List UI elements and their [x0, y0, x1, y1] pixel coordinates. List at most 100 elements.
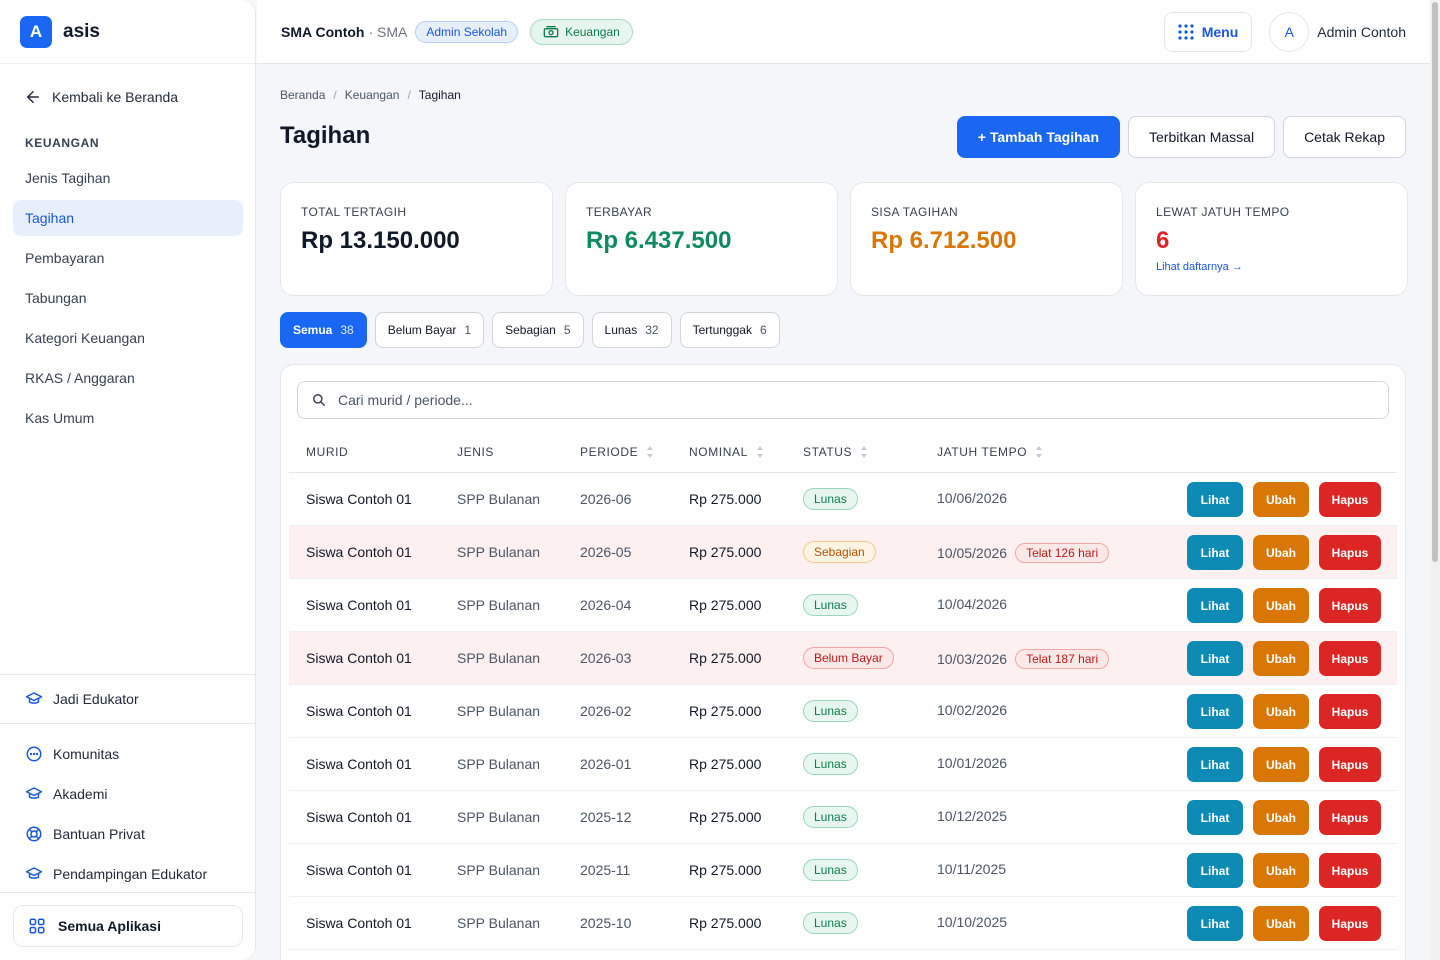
delete-button[interactable]: Hapus [1319, 747, 1381, 782]
delete-button[interactable]: Hapus [1319, 800, 1381, 835]
breadcrumb-item-beranda[interactable]: Beranda [280, 88, 325, 102]
become-educator-link[interactable]: Jadi Edukator [0, 675, 256, 723]
delete-button[interactable]: Hapus [1319, 853, 1381, 888]
sidebar-item-pembayaran[interactable]: Pembayaran [13, 240, 243, 276]
delete-button[interactable]: Hapus [1319, 906, 1381, 941]
view-button[interactable]: Lihat [1187, 747, 1243, 782]
cell-status: Lunas [803, 700, 858, 722]
column-header-jenis: JENIS [457, 445, 495, 459]
edit-button[interactable]: Ubah [1253, 800, 1309, 835]
delete-button[interactable]: Hapus [1319, 588, 1381, 623]
page-scrollbar[interactable] [1430, 0, 1440, 960]
all-apps-button[interactable]: Semua Aplikasi [13, 905, 243, 947]
edit-button[interactable]: Ubah [1253, 535, 1309, 570]
row-actions: Lihat Ubah Hapus [1187, 535, 1381, 570]
cell-jenis: SPP Bulanan [457, 862, 541, 878]
sidebar-item-tagihan[interactable]: Tagihan [13, 200, 243, 236]
filter-chip-tertunggak[interactable]: Tertunggak 6 [679, 312, 780, 348]
edit-button[interactable]: Ubah [1253, 747, 1309, 782]
sidebar-link-akademi[interactable]: Akademi [0, 774, 256, 814]
edit-button[interactable]: Ubah [1253, 482, 1309, 517]
sidebar-item-jenis-tagihan[interactable]: Jenis Tagihan [13, 160, 243, 196]
sidebar-link-bantuan-privat[interactable]: Bantuan Privat [0, 814, 256, 854]
brand-logo: A [20, 15, 52, 48]
due-date: 10/01/2026 [937, 755, 1008, 771]
back-to-home-link[interactable]: Kembali ke Beranda [24, 88, 178, 106]
chip-label: Belum Bayar [387, 323, 457, 337]
column-header-periode[interactable]: PERIODE [580, 445, 654, 459]
sidebar-link-pendampingan-edukator[interactable]: Pendampingan Edukator [0, 854, 256, 894]
filter-chip-lunas[interactable]: Lunas 32 [591, 312, 672, 348]
view-button[interactable]: Lihat [1187, 853, 1243, 888]
sidebar-item-kategori-keuangan[interactable]: Kategori Keuangan [13, 320, 243, 356]
cell-status: Lunas [803, 912, 858, 934]
filter-chip-sebagian[interactable]: Sebagian 5 [492, 312, 584, 348]
filter-chip-semua[interactable]: Semua 38 [280, 312, 367, 348]
sidebar-item-kas-umum[interactable]: Kas Umum [13, 400, 243, 436]
search-box[interactable] [297, 381, 1389, 419]
sort-icon [756, 446, 763, 458]
view-button[interactable]: Lihat [1187, 800, 1243, 835]
filter-chip-belum-bayar[interactable]: Belum Bayar 1 [374, 312, 485, 348]
cell-jatuh-tempo: 10/03/2026 Telat 187 hari [937, 649, 1110, 669]
cell-jatuh-tempo: 10/02/2026 [937, 702, 1007, 718]
breadcrumb-item-keuangan[interactable]: Keuangan [345, 88, 400, 102]
user-menu[interactable]: A Admin Contoh [1269, 12, 1406, 52]
edit-button[interactable]: Ubah [1253, 694, 1309, 729]
view-button[interactable]: Lihat [1187, 588, 1243, 623]
chip-count: 38 [340, 323, 354, 337]
column-header-nominal[interactable]: NOMINAL [689, 445, 764, 459]
delete-button[interactable]: Hapus [1319, 482, 1381, 517]
delete-button[interactable]: Hapus [1319, 641, 1381, 676]
edit-button[interactable]: Ubah [1253, 641, 1309, 676]
sidebar-link-komunitas[interactable]: Komunitas [0, 734, 256, 774]
status-badge: Lunas [803, 859, 858, 881]
table-row: Siswa Contoh 01 SPP Bulanan 2026-01 Rp 275.… [289, 738, 1397, 791]
status-badge: Lunas [803, 912, 858, 934]
cell-nominal: Rp 275.000 [689, 544, 762, 560]
stat-card-paid: TERBAYAR Rp 6.437.500 [565, 182, 838, 296]
cell-status: Belum Bayar [803, 647, 894, 669]
print-summary-button[interactable]: Cetak Rekap [1283, 116, 1406, 158]
menu-button[interactable]: Menu [1164, 12, 1252, 52]
money-icon [543, 25, 559, 37]
edit-button[interactable]: Ubah [1253, 853, 1309, 888]
view-button[interactable]: Lihat [1187, 535, 1243, 570]
cell-status: Sebagian [803, 541, 876, 563]
scrollbar-thumb[interactable] [1432, 2, 1438, 562]
delete-button[interactable]: Hapus [1319, 694, 1381, 729]
search-input[interactable] [338, 392, 1338, 408]
column-header-jatuh-tempo[interactable]: JATUH TEMPO [937, 445, 1043, 459]
cell-periode: 2026-01 [580, 756, 632, 772]
edit-button[interactable]: Ubah [1253, 588, 1309, 623]
status-badge: Lunas [803, 806, 858, 828]
sidebar-item-rkas-anggaran[interactable]: RKAS / Anggaran [13, 360, 243, 396]
view-button[interactable]: Lihat [1187, 482, 1243, 517]
view-button[interactable]: Lihat [1187, 641, 1243, 676]
add-bill-button[interactable]: + Tambah Tagihan [956, 116, 1121, 158]
column-header-status[interactable]: STATUS [803, 445, 868, 459]
sidebar-item-tabungan[interactable]: Tabungan [13, 280, 243, 316]
stat-label: TERBAYAR [586, 205, 653, 219]
edit-button[interactable]: Ubah [1253, 906, 1309, 941]
cell-murid: Siswa Contoh 01 [306, 809, 412, 825]
column-header-murid: MURID [306, 445, 349, 459]
table-body: Siswa Contoh 01 SPP Bulanan 2026-06 Rp 275.… [289, 473, 1397, 950]
table-row: Siswa Contoh 01 SPP Bulanan 2026-06 Rp 275.… [289, 473, 1397, 526]
brand[interactable]: A asis [0, 0, 255, 64]
all-apps-label: Semua Aplikasi [58, 918, 161, 934]
cell-periode: 2025-11 [580, 862, 631, 878]
delete-button[interactable]: Hapus [1319, 535, 1381, 570]
cell-jatuh-tempo: 10/05/2026 Telat 126 hari [937, 543, 1110, 563]
due-date: 10/10/2025 [937, 914, 1008, 930]
sidebar: A asis Kembali ke Beranda KEUANGAN Jenis… [0, 0, 256, 960]
cell-jatuh-tempo: 10/06/2026 [937, 490, 1007, 506]
view-overdue-link[interactable]: Lihat daftarnya → [1156, 261, 1387, 273]
view-button[interactable]: Lihat [1187, 694, 1243, 729]
due-date: 10/06/2026 [937, 490, 1008, 506]
view-button[interactable]: Lihat [1187, 906, 1243, 941]
cell-murid: Siswa Contoh 01 [306, 703, 412, 719]
bulk-issue-button[interactable]: Terbitkan Massal [1128, 116, 1276, 158]
module-badge[interactable]: Keuangan [530, 18, 633, 45]
cell-nominal: Rp 275.000 [689, 862, 762, 878]
